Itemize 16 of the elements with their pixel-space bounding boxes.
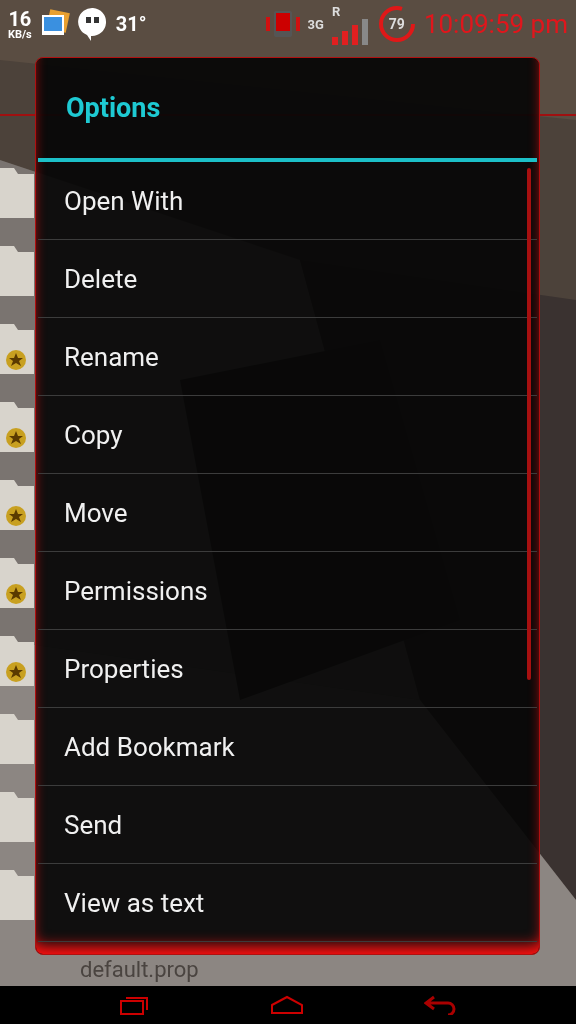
battery-indicator: 79 — [377, 5, 416, 43]
network-speed: 16 KB/s — [8, 8, 32, 40]
chat-icon — [77, 7, 108, 41]
back-button[interactable] — [423, 995, 456, 1015]
menu-item[interactable]: View as text — [38, 864, 537, 942]
dialog-title: Options — [38, 58, 537, 162]
clock: 10:09:59 pm — [423, 9, 568, 39]
temperature: 31° — [115, 12, 147, 36]
roaming-indicator: R — [331, 3, 341, 19]
vibrate-icon — [265, 9, 300, 39]
menu-item[interactable]: Add Bookmark — [38, 708, 537, 786]
signal-icon — [331, 18, 370, 45]
menu-item[interactable]: Send — [38, 786, 537, 864]
recent-apps-button[interactable] — [120, 994, 151, 1016]
network-type: 3G — [307, 16, 324, 32]
home-button[interactable] — [271, 995, 303, 1015]
